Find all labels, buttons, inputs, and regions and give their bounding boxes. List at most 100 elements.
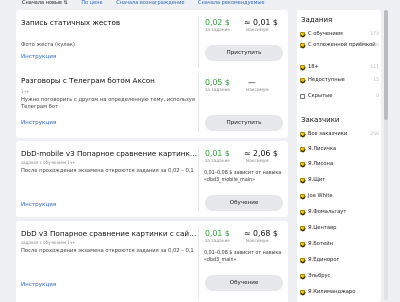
task-title[interactable]: Разговоры с Телеграм ботом Аксон [21,76,199,85]
checkbox[interactable] [300,226,305,231]
checkbox[interactable] [300,194,305,199]
price-caption: за задание [205,28,231,33]
filter-label: Я.Фомальгаут [308,209,347,215]
tasks-filter-header: Задания [301,16,333,24]
filter-label: Я.Ботейн [308,241,333,247]
task-max: ≈ 2,06 $ [244,149,278,158]
task-description: После прохождения экзамена откроются зад… [21,168,194,174]
task-price: 0,05 $ [205,78,230,87]
task-title[interactable]: DbD v3 Попарное сравнение картинки с сай… [21,229,199,238]
checkbox[interactable] [300,147,305,152]
filter-label: Я.Килиманджаро [308,289,356,295]
filter-count: 16 [373,43,379,48]
checkbox[interactable] [300,43,305,48]
filter-requester[interactable]: Я.Щит [300,176,380,185]
filter-with-training[interactable]: С обучением 174 [300,30,380,39]
filter-count: 174 [370,32,379,37]
filter-requester[interactable]: Я.Центавр [300,224,380,233]
skill-note: 0,01–0,08 $ зависит от навыка «dbd3_mobi… [204,171,282,183]
max-caption: максимум [246,88,269,93]
sort-by-price[interactable]: По цене [81,0,102,6]
filter-requester[interactable]: Я.Фомальгаут [300,208,380,217]
instruction-link[interactable]: Инструкция [21,54,56,60]
checkbox[interactable] [300,132,305,137]
checkbox[interactable] [300,94,305,99]
filter-label: С обучением [308,31,343,37]
task-card[interactable]: DbD-mobile v3 Попарное сравнение картинк… [16,141,288,217]
task-description: Фото жеста (кулак) [21,42,75,48]
filter-label: Скрытые [308,93,333,99]
instruction-link[interactable]: Инструкция [21,202,56,208]
task-max: — [248,78,256,87]
filter-delayed-acceptance[interactable]: С отложенной приёмкой 16 [300,41,380,50]
task-card[interactable]: Запись статичных жестов Фото жеста (кула… [16,10,288,74]
filter-requester[interactable]: Joe White [300,192,380,201]
filter-label: Я.Единорог [308,257,340,263]
filter-label: Недоступные [308,77,345,83]
filter-count: 15 [373,78,379,83]
filter-unavailable[interactable]: Недоступные 15 [300,76,380,85]
filter-adult[interactable]: 18+ 111 [300,63,380,72]
card-divider [198,16,199,68]
task-description: Нужно поговорить с другом на определенну… [21,97,195,110]
task-card[interactable]: Разговоры с Телеграм ботом Аксон 1ч+ Нуж… [16,68,288,138]
sort-bar: Сначала новые ⇅ По цене Сначала вознагра… [0,0,290,8]
checkbox[interactable] [300,78,305,83]
filter-label: Joe White [308,193,333,199]
filter-sidebar: Задания С обучением 174 С отложенной при… [297,10,381,302]
sort-by-reward[interactable]: Сначала вознаграждение [116,0,184,6]
task-max: ≈ 0,68 $ [244,229,278,238]
task-description: После прохождения экзамена откроются зад… [21,248,194,254]
filter-all-requesters[interactable]: Все заказчики 256 [300,130,380,139]
instruction-link[interactable]: Инструкция [21,282,56,288]
task-title[interactable]: Запись статичных жестов [21,18,199,27]
checkbox[interactable] [300,65,305,70]
filter-hidden[interactable]: Скрытые 0 [300,92,380,101]
filter-requester[interactable]: Эльбрус [300,272,380,281]
filter-requester[interactable]: Я.Единорог [300,256,380,265]
sort-newest[interactable]: Сначала новые ⇅ [22,0,68,6]
filter-label: Эльбрус [308,273,331,279]
filter-requester[interactable]: Я.Ботейн [300,240,380,249]
sort-recommended[interactable]: Сначала рекомендуемые [198,0,264,6]
training-button[interactable]: Обучение [205,195,283,211]
checkbox[interactable] [300,258,305,263]
filter-label: Все заказчики [308,131,348,137]
task-max: ≈ 0,01 $ [244,18,278,27]
filter-requester[interactable]: Я.Лисичка [300,145,380,154]
price-caption: за задание [205,239,231,244]
filter-count: 256 [370,132,379,137]
filter-label: 18+ [308,64,319,70]
filter-requester[interactable]: Я.Килиманджаро [300,288,380,297]
filter-label: Я.Щит [308,177,326,183]
instruction-link[interactable]: Инструкция [21,120,56,126]
checkbox[interactable] [300,162,305,167]
sidebar-scrollbar[interactable] [384,10,388,300]
skill-note: 0,01–0,08 $ зависит от навыка «dbd3_main… [204,251,282,263]
task-subtitle: задания с обучением 1ч+ [21,160,76,165]
card-divider [198,74,199,132]
checkbox[interactable] [300,290,305,295]
task-title[interactable]: DbD-mobile v3 Попарное сравнение картинк… [21,149,199,158]
checkbox[interactable] [300,242,305,247]
checkbox[interactable] [300,178,305,183]
filter-count: 111 [370,65,379,70]
price-caption: за задание [205,88,231,93]
checkbox[interactable] [300,210,305,215]
task-subtitle: задания с обучением 1ч+ [21,240,76,245]
card-divider [198,147,199,211]
task-card[interactable]: DbD v3 Попарное сравнение картинки с сай… [16,221,288,302]
card-divider [198,227,199,299]
start-button[interactable]: Приступить [205,45,283,61]
filter-label: Я.Лисона [308,161,334,167]
price-caption: за задание [205,159,231,164]
start-button[interactable]: Приступить [205,115,283,131]
filter-label: Я.Центавр [308,225,337,231]
scrollbar-thumb[interactable] [384,10,388,120]
filter-requester[interactable]: Я.Лисона [300,160,380,169]
checkbox[interactable] [300,32,305,37]
training-button[interactable]: Обучение [205,275,283,291]
filter-label: С отложенной приёмкой [308,42,376,48]
checkbox[interactable] [300,274,305,279]
filter-count: 0 [376,94,379,99]
